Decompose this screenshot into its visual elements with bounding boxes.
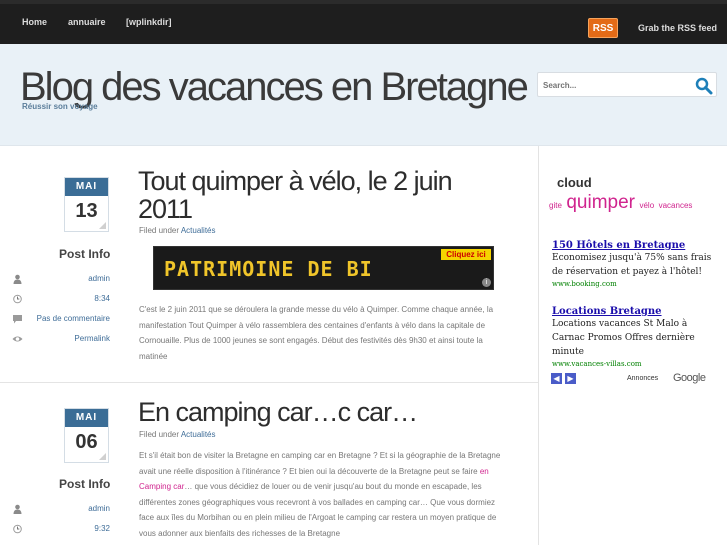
tag-vacances[interactable]: vacances: [659, 201, 693, 210]
post-body-text-continued: … que vous décidiez de louer ou de venir…: [139, 482, 497, 538]
post-comments-link[interactable]: Pas de commentaire: [37, 314, 110, 323]
search-icon[interactable]: [695, 77, 713, 95]
advertisement-banner[interactable]: PATRIMOINE DE BI Cliquez ici i: [153, 246, 494, 290]
user-icon: [13, 274, 22, 284]
nav-home[interactable]: Home: [22, 17, 47, 27]
site-tagline: Réussir son voyage: [22, 102, 98, 111]
post-info-permalink: Permalink: [12, 333, 110, 345]
post-info-time: 8:34: [12, 293, 110, 305]
posts-column: MAI 13 Post Info admin 8:34 Pas de comme…: [0, 146, 538, 545]
nav-annuaire[interactable]: annuaire: [68, 17, 106, 27]
google-logo[interactable]: Google: [673, 372, 706, 384]
post-divider: [0, 382, 538, 383]
post-date-month: MAI: [65, 178, 108, 196]
post-title-continued[interactable]: 2011: [138, 196, 193, 223]
tag-cloud: gite quimper vélo vacances: [549, 192, 724, 214]
rss-feed-link[interactable]: Grab the RSS feed: [638, 23, 717, 33]
post-filed-under: Filed under Actualités: [139, 226, 216, 235]
post-time: 8:34: [94, 294, 110, 303]
page-fold-icon: [99, 222, 106, 229]
tag-quimper[interactable]: quimper: [566, 192, 635, 213]
banner-text: PATRIMOINE DE BI: [164, 257, 373, 281]
next-ad-icon[interactable]: ▶: [565, 373, 576, 384]
ads-by-label[interactable]: Annonces: [627, 375, 658, 382]
ad-url-link[interactable]: www.vacances-villas.com: [552, 359, 712, 369]
post-info-author: admin: [12, 273, 110, 285]
ad-info-icon[interactable]: i: [482, 278, 491, 287]
user-icon: [13, 504, 22, 514]
site-header: Blog des vacances en Bretagne Réussir so…: [0, 44, 727, 146]
post-category-link[interactable]: Actualités: [181, 430, 216, 439]
post-info-author: admin: [12, 503, 110, 515]
post-info-time: 9:32: [12, 523, 110, 535]
rss-icon[interactable]: RSS: [588, 18, 618, 38]
post-date-calendar: MAI 13: [64, 177, 109, 232]
ad-url-link[interactable]: www.booking.com: [552, 279, 712, 289]
text-ad: 150 Hôtels en Bretagne Economisez jusqu'…: [552, 240, 712, 289]
ad-description: Locations vacances St Malo à Carnac Prom…: [552, 319, 695, 357]
ad-description: Economisez jusqu'à 75% sans frais de rés…: [552, 253, 712, 277]
ads-footer: ◀ ▶ Annonces Google: [551, 372, 721, 387]
post-filed-under: Filed under Actualités: [139, 430, 216, 439]
sidebar: cloud gite quimper vélo vacances 150 Hôt…: [538, 146, 727, 545]
post-author-link[interactable]: admin: [88, 504, 110, 513]
clock-icon: [13, 524, 22, 534]
post-permalink-link[interactable]: Permalink: [74, 334, 110, 343]
clock-icon: [13, 294, 22, 304]
top-navigation-bar: Home annuaire [wplinkdir] RSS Grab the R…: [0, 0, 727, 44]
post-info-heading: Post Info: [59, 247, 111, 261]
search-box: [537, 72, 717, 97]
comment-icon: [13, 315, 22, 324]
banner-cta-button[interactable]: Cliquez ici: [441, 249, 491, 260]
ad-title-link[interactable]: 150 Hôtels en Bretagne: [552, 240, 712, 251]
post-author-link[interactable]: admin: [88, 274, 110, 283]
post-info-heading: Post Info: [59, 477, 111, 491]
search-input[interactable]: [543, 77, 683, 93]
post-body: Et s'il était bon de visiter la Bretagne…: [139, 448, 511, 541]
post-category-link[interactable]: Actualités: [181, 226, 216, 235]
post-date-calendar: MAI 06: [64, 408, 109, 463]
ad-title-link[interactable]: Locations Bretagne: [552, 306, 712, 317]
post-body: C'est le 2 juin 2011 que se déroulera la…: [139, 305, 494, 361]
filed-under-label: Filed under: [139, 226, 180, 235]
post-title[interactable]: Tout quimper à vélo, le 2 juin: [138, 168, 453, 195]
previous-ad-icon[interactable]: ◀: [551, 373, 562, 384]
eye-icon: [12, 336, 23, 342]
page-fold-icon: [99, 453, 106, 460]
post-date-month: MAI: [65, 409, 108, 427]
filed-under-label: Filed under: [139, 430, 180, 439]
tag-gite[interactable]: gite: [549, 201, 562, 210]
post-body-text: Et s'il était bon de visiter la Bretagne…: [139, 451, 501, 476]
tag-velo[interactable]: vélo: [639, 201, 654, 210]
nav-wplinkdir[interactable]: [wplinkdir]: [126, 17, 172, 27]
post-title[interactable]: En camping car…c car…: [138, 399, 418, 426]
text-ad: Locations Bretagne Locations vacances St…: [552, 306, 712, 369]
post-info-comments: Pas de commentaire: [12, 313, 110, 325]
tag-cloud-heading: cloud: [557, 175, 592, 190]
post-time: 9:32: [94, 524, 110, 533]
